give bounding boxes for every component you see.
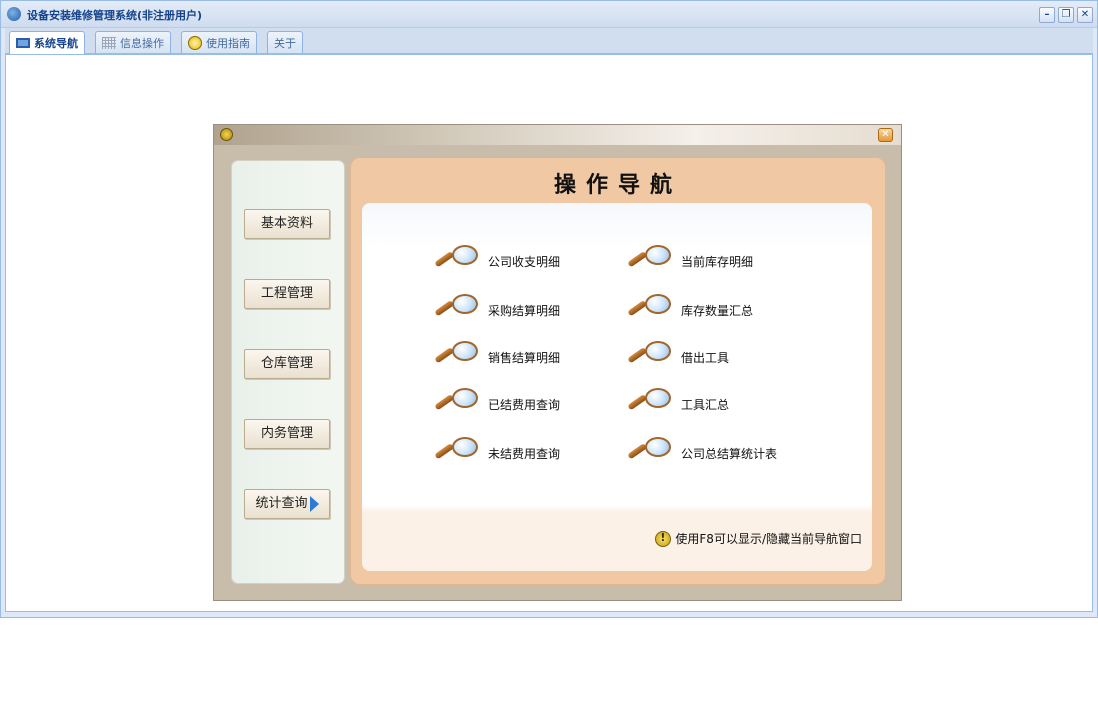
help-icon <box>188 35 202 50</box>
window-controls: – ❐ ✕ <box>1039 7 1093 23</box>
link-tool-summary[interactable]: 工具汇总 <box>627 388 729 420</box>
monitor-icon <box>16 38 30 48</box>
tab-info-operation[interactable]: 信息操作 <box>95 31 171 53</box>
tip-icon <box>655 530 672 547</box>
tab-about[interactable]: 关于 <box>267 31 303 53</box>
link-label: 借出工具 <box>681 350 730 365</box>
link-unsettled-fees-query[interactable]: 未结费用查询 <box>434 437 560 469</box>
link-label: 库存数量汇总 <box>681 303 754 318</box>
side-button-basic-data[interactable]: 基本资料 <box>244 209 330 239</box>
magnifier-icon <box>627 388 671 420</box>
side-button-statistics[interactable]: 统计查询 <box>244 489 330 519</box>
magnifier-icon <box>627 294 671 326</box>
tab-label: 系统导航 <box>34 37 78 50</box>
magnifier-icon <box>434 437 478 469</box>
side-button-label: 统计查询 <box>255 496 308 511</box>
link-label: 公司收支明细 <box>488 254 561 269</box>
link-label: 公司总结算统计表 <box>681 446 778 461</box>
link-label: 采购结算明细 <box>488 303 561 318</box>
nav-main-panel: 操作导航 公司收支明细 采购结算明细 销售结算明细 已结费用查询 未结费用查询 <box>350 157 886 585</box>
tab-system-nav[interactable]: 系统导航 <box>9 31 85 54</box>
link-sales-settlement[interactable]: 销售结算明细 <box>434 341 560 373</box>
link-current-inventory[interactable]: 当前库存明细 <box>627 245 753 277</box>
magnifier-icon <box>627 245 671 277</box>
link-label: 未结费用查询 <box>488 446 561 461</box>
nav-side-menu: 基本资料 工程管理 仓库管理 内务管理 统计查询 <box>232 161 344 583</box>
side-button-warehouse-mgmt[interactable]: 仓库管理 <box>244 349 330 379</box>
link-label: 销售结算明细 <box>488 350 561 365</box>
nav-heading: 操作导航 <box>553 172 682 198</box>
link-label: 当前库存明细 <box>681 254 754 269</box>
side-button-internal-affairs[interactable]: 内务管理 <box>244 419 330 449</box>
link-company-settlement-stats[interactable]: 公司总结算统计表 <box>627 437 777 469</box>
link-purchase-settlement[interactable]: 采购结算明细 <box>434 294 560 326</box>
magnifier-icon <box>434 245 478 277</box>
link-company-income-expense[interactable]: 公司收支明细 <box>434 245 560 277</box>
hint-text: 使用F8可以显示/隐藏当前导航窗口 <box>655 530 862 547</box>
tab-label: 关于 <box>274 36 296 50</box>
nav-title-bar[interactable]: ✕ <box>214 125 901 145</box>
side-button-project-mgmt[interactable]: 工程管理 <box>244 279 330 309</box>
magnifier-icon <box>627 437 671 469</box>
tab-bar: 系统导航 信息操作 使用指南 关于 <box>5 28 1093 54</box>
link-label: 工具汇总 <box>681 397 730 412</box>
magnifier-icon <box>434 388 478 420</box>
magnifier-icon <box>434 294 478 326</box>
tab-user-guide[interactable]: 使用指南 <box>181 31 257 53</box>
link-inventory-summary[interactable]: 库存数量汇总 <box>627 294 753 326</box>
magnifier-icon <box>434 341 478 373</box>
close-button[interactable]: ✕ <box>1077 7 1093 23</box>
minimize-button[interactable]: – <box>1039 7 1055 23</box>
nav-close-button[interactable]: ✕ <box>878 128 893 142</box>
grid-icon <box>102 36 116 49</box>
app-title: 设备安装维修管理系统(非注册用户) <box>27 9 203 22</box>
arrow-right-icon <box>309 495 319 512</box>
hint-label: 使用F8可以显示/隐藏当前导航窗口 <box>675 532 862 546</box>
link-lent-tools[interactable]: 借出工具 <box>627 341 729 373</box>
title-bar[interactable]: 设备安装维修管理系统(非注册用户) – ❐ ✕ <box>1 1 1097 28</box>
link-label: 已结费用查询 <box>488 397 561 412</box>
nav-links-panel: 公司收支明细 采购结算明细 销售结算明细 已结费用查询 未结费用查询 当前库存明… <box>362 203 872 571</box>
link-settled-fees-query[interactable]: 已结费用查询 <box>434 388 560 420</box>
restore-button[interactable]: ❐ <box>1058 7 1074 23</box>
app-logo-icon <box>7 7 21 21</box>
tab-label: 使用指南 <box>206 36 250 50</box>
navigation-window: ✕ 基本资料 工程管理 仓库管理 内务管理 统计查询 操作导航 公司收支明细 采… <box>213 124 902 601</box>
tab-label: 信息操作 <box>120 36 164 50</box>
magnifier-icon <box>627 341 671 373</box>
nav-logo-icon <box>220 128 233 141</box>
